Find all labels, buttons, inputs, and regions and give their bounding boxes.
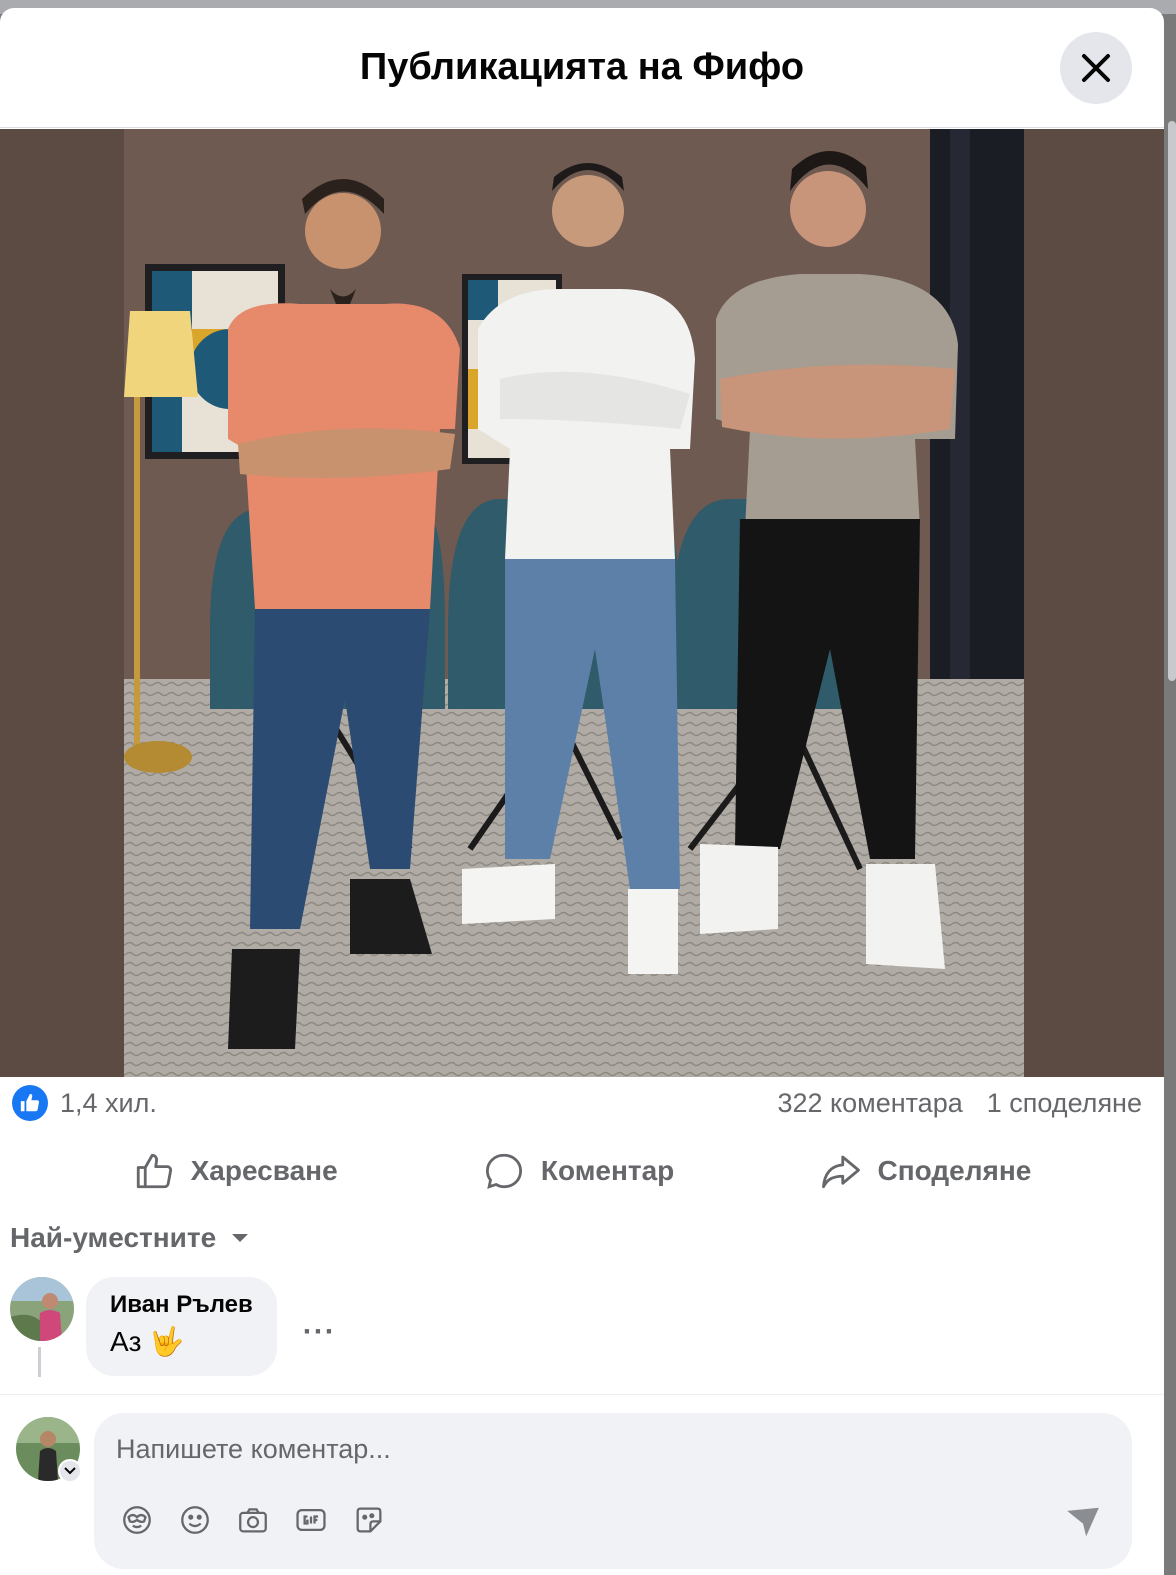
comment-author[interactable]: Иван Рълев xyxy=(110,1291,253,1319)
reactions-bar: 1,4 хил. 322 коментара 1 споделяне xyxy=(0,1077,1164,1129)
camera-icon xyxy=(239,1508,267,1533)
avatar-icon xyxy=(123,1506,151,1534)
comments-count[interactable]: 322 коментара xyxy=(777,1088,962,1119)
send-icon xyxy=(1067,1507,1099,1537)
post-modal: Публикацията на Фифо 1,4 хил. 322 комент… xyxy=(0,8,1164,1575)
scrollbar[interactable] xyxy=(1168,121,1176,681)
sort-label: Най-уместните xyxy=(10,1222,217,1253)
comment-box xyxy=(94,1413,1132,1569)
share-button[interactable]: Споделяне xyxy=(796,1142,1056,1200)
comment-item: Иван Рълев Аз 🤟 ··· xyxy=(0,1269,1164,1384)
share-icon xyxy=(821,1155,860,1189)
close-button[interactable] xyxy=(1060,32,1132,104)
thumbs-up-icon xyxy=(136,1153,172,1189)
comment-icon xyxy=(485,1153,522,1189)
like-button[interactable]: Харесване xyxy=(109,1142,362,1200)
emoji-icon xyxy=(181,1506,209,1534)
modal-title: Публикацията на Фифо xyxy=(359,46,805,88)
modal-header: Публикацията на Фифо xyxy=(0,8,1164,128)
close-icon xyxy=(1082,54,1110,82)
comment-input[interactable] xyxy=(116,1427,1016,1471)
post-actions: Харесване Коментар Споделяне xyxy=(0,1135,1164,1207)
sticker-button[interactable] xyxy=(352,1503,386,1537)
share-label: Споделяне xyxy=(877,1155,1032,1186)
more-options-button[interactable]: ··· xyxy=(303,1315,336,1349)
chevron-down-icon xyxy=(232,1234,249,1242)
like-label: Харесване xyxy=(190,1155,338,1186)
emoji-button[interactable] xyxy=(178,1503,212,1537)
comment-button[interactable]: Коментар xyxy=(459,1142,698,1200)
photo-illustration xyxy=(0,129,1164,1077)
send-button[interactable] xyxy=(1064,1503,1102,1541)
avatar-sticker-button[interactable] xyxy=(120,1503,154,1537)
gif-icon xyxy=(296,1508,326,1532)
post-photo[interactable] xyxy=(0,129,1164,1077)
comment-label: Коментар xyxy=(540,1155,675,1186)
comment-sort-dropdown[interactable]: Най-уместните xyxy=(0,1207,1164,1269)
like-icon xyxy=(12,1085,48,1121)
reactions-summary[interactable]: 1,4 хил. xyxy=(12,1085,157,1121)
photo-button[interactable] xyxy=(236,1503,270,1537)
comment-text: Аз 🤟 xyxy=(110,1326,185,1357)
thread-line xyxy=(38,1347,41,1377)
gif-button[interactable] xyxy=(294,1503,328,1537)
reactions-count: 1,4 хил. xyxy=(60,1087,157,1118)
shares-count[interactable]: 1 споделяне xyxy=(987,1088,1142,1119)
chevron-down-icon[interactable] xyxy=(58,1459,82,1483)
post-content: 1,4 хил. 322 коментара 1 споделяне Харес… xyxy=(0,129,1164,1394)
sticker-icon xyxy=(356,1507,382,1533)
composer-tools xyxy=(120,1503,386,1537)
avatar-icon[interactable] xyxy=(10,1277,74,1341)
comment-bubble: Иван Рълев Аз 🤟 xyxy=(86,1277,277,1376)
comment-composer xyxy=(0,1394,1164,1575)
